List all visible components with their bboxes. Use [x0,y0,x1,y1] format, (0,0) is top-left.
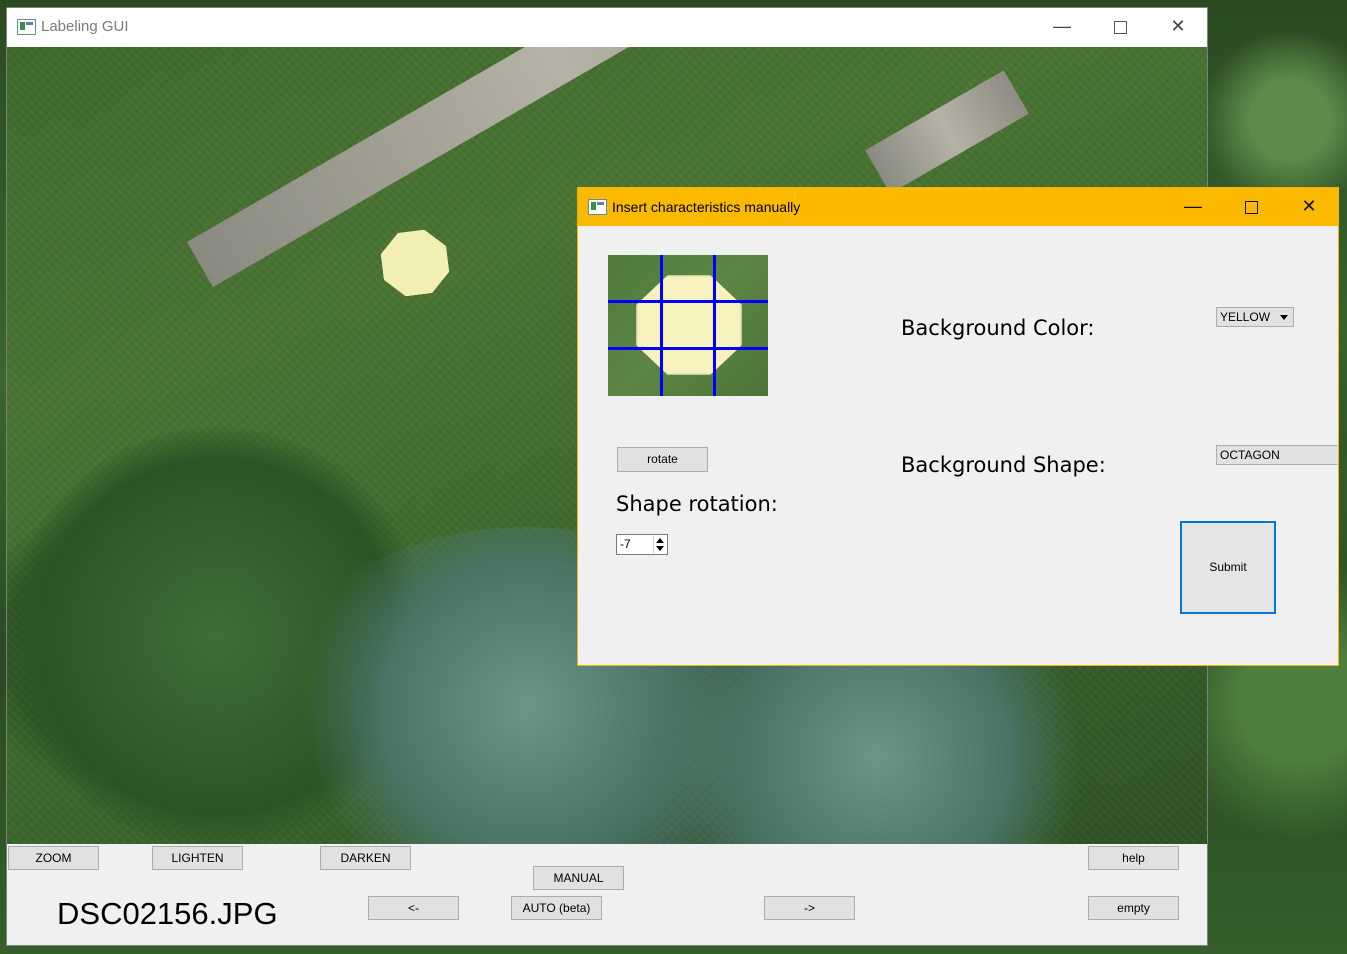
manual-button[interactable]: MANUAL [533,866,624,890]
darken-button[interactable]: DARKEN [320,846,411,870]
help-button[interactable]: help [1088,846,1179,870]
dialog-title: Insert characteristics manually [612,199,801,215]
close-icon: ✕ [1301,196,1317,216]
maximize-icon [1113,20,1127,34]
spin-down-icon[interactable] [656,546,664,551]
shape-rotation-label: Shape rotation: [616,492,778,516]
lighten-button[interactable]: LIGHTEN [152,846,243,870]
dialog-close-button[interactable]: ✕ [1280,188,1338,226]
spin-arrows[interactable] [653,536,666,553]
minimize-button[interactable]: — [1033,8,1091,47]
grid-line-vertical [660,255,663,396]
main-window-title: Labeling GUI [41,18,129,35]
background-shape-value: OCTAGON [1220,448,1280,462]
rotate-button[interactable]: rotate [617,447,708,472]
dropdown-arrow-icon [1280,315,1288,320]
grid-line-vertical [713,255,716,396]
close-icon: ✕ [1170,16,1186,36]
background-shape-select[interactable]: OCTAGON [1216,445,1338,465]
insert-characteristics-dialog: Insert characteristics manually — ✕ rota… [577,187,1339,666]
dialog-maximize-button[interactable] [1222,188,1280,226]
grid-line-horizontal [608,300,768,303]
background-shape-label: Background Shape: [901,453,1106,477]
next-image-button[interactable]: -> [764,896,855,920]
minimize-icon: — [1053,16,1071,36]
dialog-minimize-button[interactable]: — [1164,188,1222,226]
filename-label: DSC02156.JPG [57,896,278,931]
zoom-button[interactable]: ZOOM [8,846,99,870]
preview-octagon [636,275,742,375]
spin-up-icon[interactable] [656,538,664,543]
dialog-titlebar[interactable]: Insert characteristics manually — ✕ [578,188,1338,226]
shape-preview [608,255,768,396]
background-color-value: YELLOW [1220,310,1271,324]
app-icon [588,199,607,215]
control-bar: ZOOM LIGHTEN DARKEN MANUAL AUTO (beta) <… [7,844,1207,945]
main-titlebar[interactable]: Labeling GUI — ✕ [7,8,1207,47]
app-icon [17,19,36,35]
shape-rotation-spinbox[interactable]: -7 [616,534,668,555]
background-color-select[interactable]: YELLOW [1216,307,1294,327]
auto-beta-button[interactable]: AUTO (beta) [511,896,602,920]
grid-line-horizontal [608,347,768,350]
close-button[interactable]: ✕ [1149,8,1207,47]
empty-button[interactable]: empty [1088,896,1179,920]
minimize-icon: — [1184,196,1202,216]
maximize-icon [1244,200,1258,214]
previous-image-button[interactable]: <- [368,896,459,920]
submit-button[interactable]: Submit [1180,521,1276,614]
background-color-label: Background Color: [901,316,1095,340]
maximize-button[interactable] [1091,8,1149,47]
shape-rotation-value: -7 [620,537,631,551]
